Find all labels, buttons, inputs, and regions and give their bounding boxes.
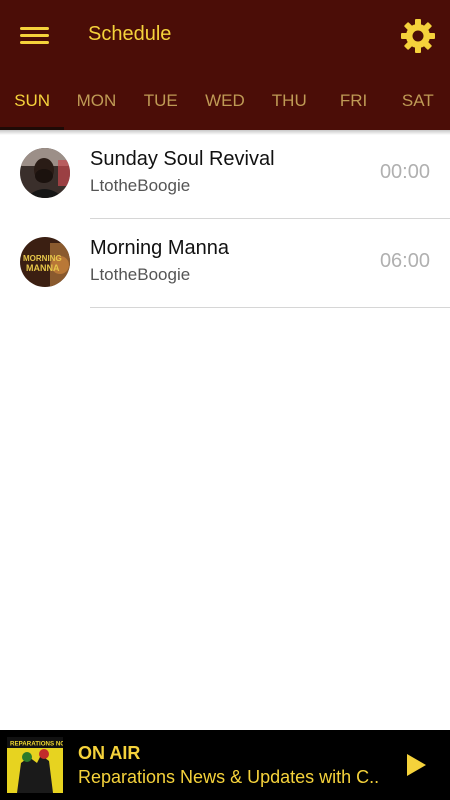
row-divider bbox=[90, 307, 450, 308]
now-playing-cover: REPARATIONS NOW! bbox=[7, 737, 63, 793]
now-playing-title: Reparations News & Updates with C.. bbox=[78, 767, 380, 787]
hamburger-menu-icon[interactable] bbox=[20, 24, 50, 48]
show-title: Morning Manna bbox=[90, 237, 229, 259]
svg-text:MORNING: MORNING bbox=[23, 254, 62, 263]
gear-icon[interactable] bbox=[400, 18, 436, 54]
tab-sun[interactable]: SUN bbox=[0, 72, 65, 130]
tab-wed[interactable]: WED bbox=[193, 72, 257, 130]
svg-text:REPARATIONS NOW!: REPARATIONS NOW! bbox=[10, 741, 63, 748]
play-icon[interactable] bbox=[402, 752, 428, 778]
show-title: Sunday Soul Revival bbox=[90, 148, 275, 170]
tab-fri[interactable]: FRI bbox=[321, 72, 385, 130]
page-title: Schedule bbox=[88, 23, 172, 45]
day-tabs: SUN MON TUE WED THU FRI SAT bbox=[0, 72, 450, 130]
on-air-label: ON AIR bbox=[78, 743, 141, 763]
app-bar: Schedule bbox=[0, 0, 450, 72]
schedule-item[interactable]: Sunday Soul Revival LtotheBoogie 00:00 bbox=[0, 130, 450, 219]
svg-text:MANNA: MANNA bbox=[26, 263, 60, 273]
schedule-item[interactable]: MORNING MANNA Morning Manna LtotheBoogie… bbox=[0, 219, 450, 308]
show-time: 00:00 bbox=[379, 161, 430, 183]
show-art: MORNING MANNA bbox=[20, 237, 70, 287]
tab-thu[interactable]: THU bbox=[257, 72, 321, 130]
tab-tue[interactable]: TUE bbox=[129, 72, 193, 130]
tab-mon[interactable]: MON bbox=[64, 72, 128, 130]
show-host: LtotheBoogie bbox=[90, 176, 191, 195]
show-host: LtotheBoogie bbox=[90, 265, 191, 284]
host-avatar bbox=[20, 148, 70, 198]
mini-player[interactable]: REPARATIONS NOW! ON AIR Reparations News… bbox=[0, 730, 450, 800]
tab-sat[interactable]: SAT bbox=[386, 72, 450, 130]
tab-shadow bbox=[0, 130, 450, 135]
schedule-list: Sunday Soul Revival LtotheBoogie 00:00 M… bbox=[0, 130, 450, 308]
show-time: 06:00 bbox=[379, 250, 430, 272]
